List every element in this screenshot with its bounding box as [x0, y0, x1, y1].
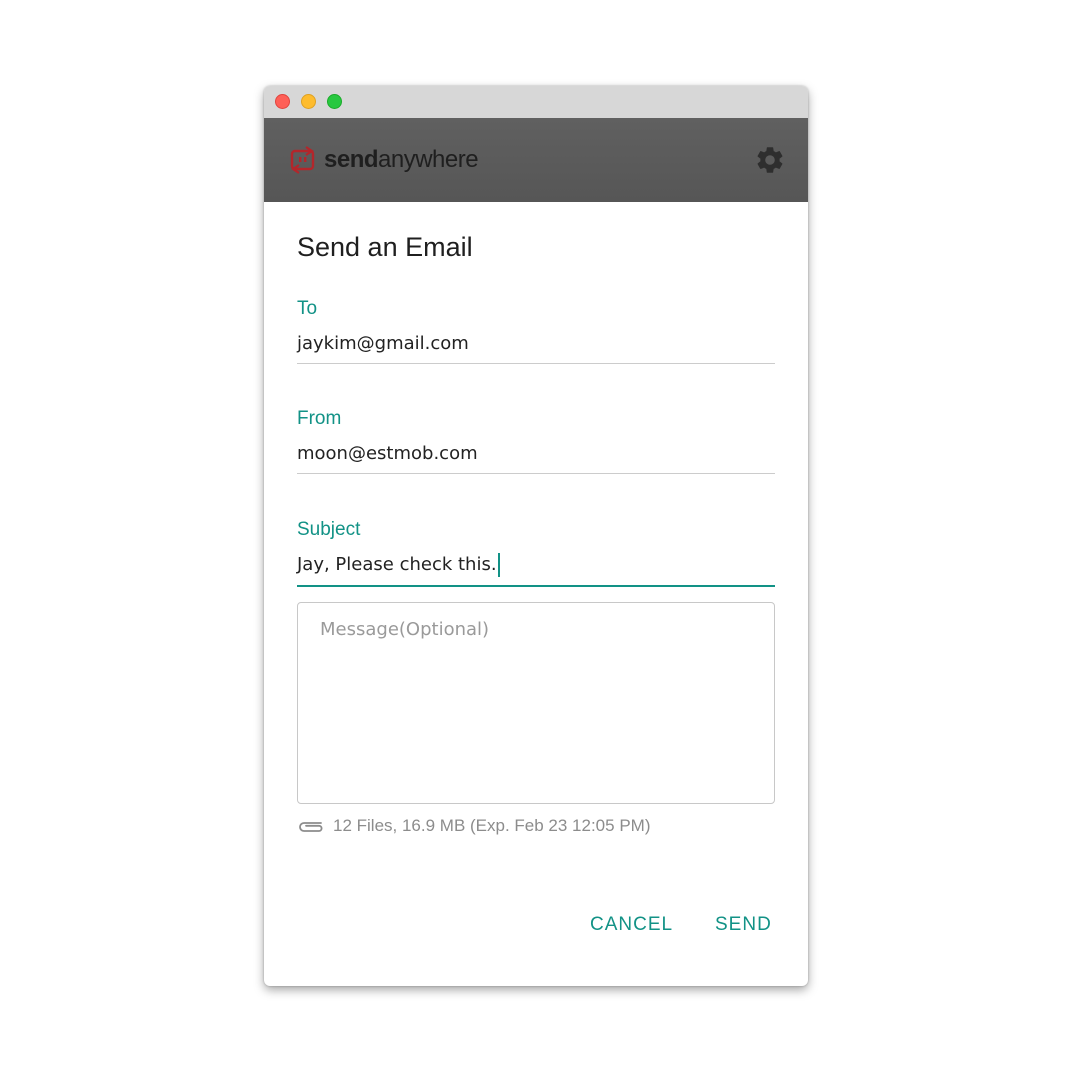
to-field[interactable]: jaykim@gmail.com	[297, 324, 775, 364]
app-window: sendanywhere Send an Email To jaykim@gma…	[264, 86, 808, 986]
to-label: To	[297, 298, 318, 319]
from-value: moon@estmob.com	[297, 443, 478, 464]
minimize-window-button[interactable]	[301, 94, 316, 109]
subject-field[interactable]: Jay, Please check this.	[297, 544, 775, 587]
app-logo: sendanywhere	[290, 144, 479, 176]
paperclip-icon	[299, 822, 323, 832]
maximize-window-button[interactable]	[327, 94, 342, 109]
attachment-summary: 12 Files, 16.9 MB (Exp. Feb 23 12:05 PM)	[297, 816, 650, 836]
to-value: jaykim@gmail.com	[297, 333, 469, 354]
subject-label: Subject	[297, 519, 361, 540]
sendanywhere-logo-icon	[290, 146, 315, 174]
send-button[interactable]: SEND	[715, 914, 772, 936]
close-window-button[interactable]	[275, 94, 290, 109]
from-label: From	[297, 408, 342, 429]
gear-icon[interactable]	[754, 144, 786, 176]
message-placeholder: Message(Optional)	[320, 619, 490, 640]
subject-value: Jay, Please check this.	[297, 554, 497, 575]
app-header: sendanywhere	[264, 118, 808, 202]
text-caret	[497, 552, 500, 577]
window-titlebar[interactable]	[264, 86, 808, 118]
cancel-button[interactable]: CANCEL	[590, 914, 673, 936]
from-field[interactable]: moon@estmob.com	[297, 434, 775, 474]
dialog-title: Send an Email	[297, 232, 473, 262]
message-textarea[interactable]: Message(Optional)	[297, 602, 775, 804]
attachment-info: 12 Files, 16.9 MB (Exp. Feb 23 12:05 PM)	[333, 816, 651, 835]
logo-wordmark: sendanywhere	[324, 146, 479, 173]
